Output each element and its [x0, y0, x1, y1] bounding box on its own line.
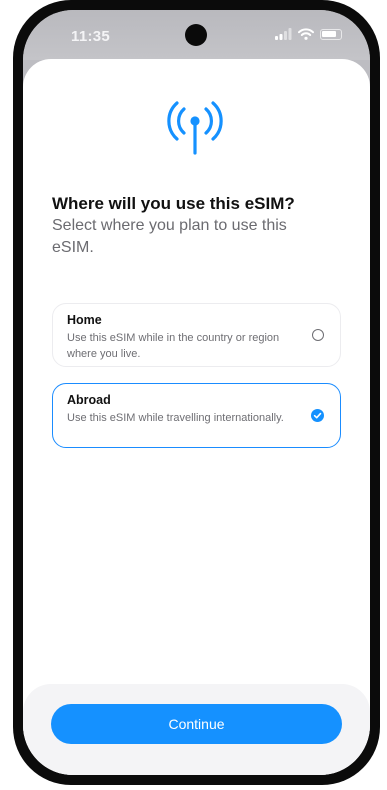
page-subtitle: Select where you plan to use this eSIM. [52, 217, 287, 256]
option-abroad[interactable]: Abroad Use this eSIM while travelling in… [52, 383, 341, 448]
antenna-signal-icon [167, 101, 223, 155]
option-abroad-title: Abroad [67, 393, 111, 407]
cellular-signal-icon [275, 28, 292, 40]
option-home-description: Use this eSIM while in the country or re… [67, 332, 280, 360]
wifi-icon [298, 28, 314, 40]
battery-icon [320, 28, 342, 40]
phone-screen: 11:35 Where will you use this eSIM? Sele… [23, 10, 370, 775]
option-home[interactable]: Home Use this eSIM while in the country … [52, 303, 341, 367]
option-home-title: Home [67, 313, 102, 327]
option-abroad-description: Use this eSIM while travelling internati… [67, 412, 284, 424]
checkmark-circle-icon[interactable] [311, 409, 324, 422]
page-title: Where will you use this eSIM? [52, 194, 295, 213]
status-icons [275, 28, 342, 40]
continue-button[interactable]: Continue [51, 704, 342, 744]
radio-circle-icon[interactable] [312, 329, 324, 341]
status-bar: 11:35 [23, 10, 370, 60]
front-camera [185, 24, 207, 46]
status-time: 11:35 [71, 28, 111, 45]
phone-frame: 11:35 Where will you use this eSIM? Sele… [13, 0, 380, 785]
